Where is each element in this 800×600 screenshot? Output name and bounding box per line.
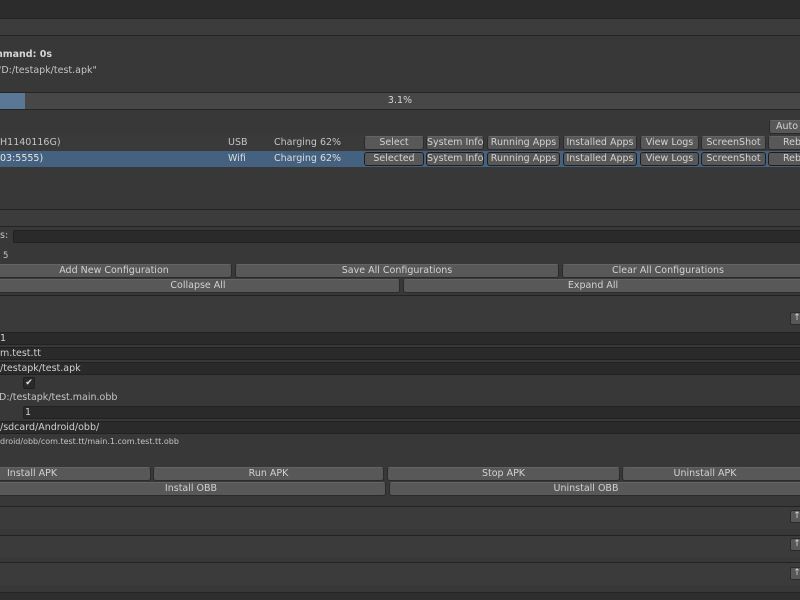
device-name: H1140116G) — [0, 137, 61, 148]
obb-full-path-text: droid/obb/com.test.tt/main.1.com.test.tt… — [0, 437, 179, 446]
expand-all-button[interactable]: Expand All — [403, 279, 800, 293]
reboot-button[interactable]: Reb — [768, 152, 800, 166]
device-name: 03:5555) — [0, 153, 44, 164]
running-apps-button[interactable]: Running Apps — [487, 152, 560, 166]
obb-path-label: D:/testapk/test.main.obb — [0, 392, 118, 403]
device-connection: USB — [228, 137, 248, 148]
system-info-button[interactable]: System Info — [426, 152, 484, 166]
installed-apps-button[interactable]: Installed Apps — [563, 152, 637, 166]
obb-enabled-checkbox[interactable]: ✔ — [23, 377, 35, 389]
progress-bar: 3.1% — [0, 92, 800, 110]
move-up-icon[interactable]: ↑ — [790, 510, 800, 523]
obb-version-field[interactable]: 1 — [23, 406, 800, 419]
system-info-button[interactable]: System Info — [426, 136, 484, 150]
config-header — [0, 296, 800, 332]
screenshot-button[interactable]: ScreenShot — [701, 152, 766, 166]
run-apk-button[interactable]: Run APK — [153, 467, 384, 481]
config-count: 5 — [3, 251, 9, 261]
move-up-icon[interactable]: ↑ — [790, 312, 800, 325]
move-up-icon[interactable]: ↑ — [790, 567, 800, 580]
device-row[interactable]: H1140116G) USB Charging 62% Select Syste… — [0, 135, 800, 151]
save-configurations-button[interactable]: Save All Configurations — [235, 264, 559, 278]
view-logs-button[interactable]: View Logs — [640, 152, 699, 166]
auto-button[interactable]: Auto — [769, 120, 800, 134]
installed-apps-button[interactable]: Installed Apps — [563, 136, 637, 150]
screenshot-button[interactable]: ScreenShot — [701, 136, 766, 150]
install-obb-button[interactable]: Install OBB — [0, 482, 386, 496]
uninstall-apk-button[interactable]: Uninstall APK — [622, 467, 800, 481]
clear-configurations-button[interactable]: Clear All Configurations — [562, 264, 800, 278]
device-battery: Charging 62% — [274, 153, 342, 164]
section-divider — [0, 210, 800, 226]
collapsed-config[interactable] — [0, 563, 800, 585]
progress-text: 3.1% — [387, 95, 413, 106]
select-device-button[interactable]: Select — [364, 136, 424, 150]
collapse-all-button[interactable]: Collapse All — [0, 279, 400, 293]
bottom-bar — [0, 592, 800, 600]
apk-path-field[interactable]: /testapk/test.apk — [0, 362, 800, 375]
install-apk-button[interactable]: Install APK — [0, 467, 151, 481]
uninstall-obb-button[interactable]: Uninstall OBB — [389, 482, 800, 496]
view-logs-button[interactable]: View Logs — [640, 136, 699, 150]
add-configuration-button[interactable]: Add New Configuration — [0, 264, 232, 278]
header-strip — [0, 19, 800, 35]
device-battery: Charging 62% — [274, 137, 342, 148]
device-obb-dir-field[interactable]: /sdcard/Android/obb/ — [0, 421, 800, 434]
command-path-text: "D:/testapk/test.apk" — [0, 65, 97, 76]
index-field[interactable]: 1 — [0, 332, 800, 345]
move-up-icon[interactable]: ↑ — [790, 538, 800, 551]
device-row-selected[interactable]: 03:5555) Wifi Charging 62% Selected Syst… — [0, 151, 800, 167]
command-status-label: ...mmand: 0s — [0, 49, 52, 60]
search-input[interactable] — [13, 230, 800, 243]
stop-apk-button[interactable]: Stop APK — [387, 467, 620, 481]
selected-device-button[interactable]: Selected — [364, 152, 424, 166]
collapsed-config[interactable] — [0, 536, 800, 558]
search-label: s: — [0, 230, 9, 241]
device-connection: Wifi — [228, 153, 246, 164]
package-field[interactable]: m.test.tt — [0, 347, 800, 360]
reboot-button[interactable]: Reb — [768, 136, 800, 150]
collapsed-config[interactable] — [0, 507, 800, 529]
running-apps-button[interactable]: Running Apps — [487, 136, 560, 150]
top-bar — [0, 0, 800, 18]
